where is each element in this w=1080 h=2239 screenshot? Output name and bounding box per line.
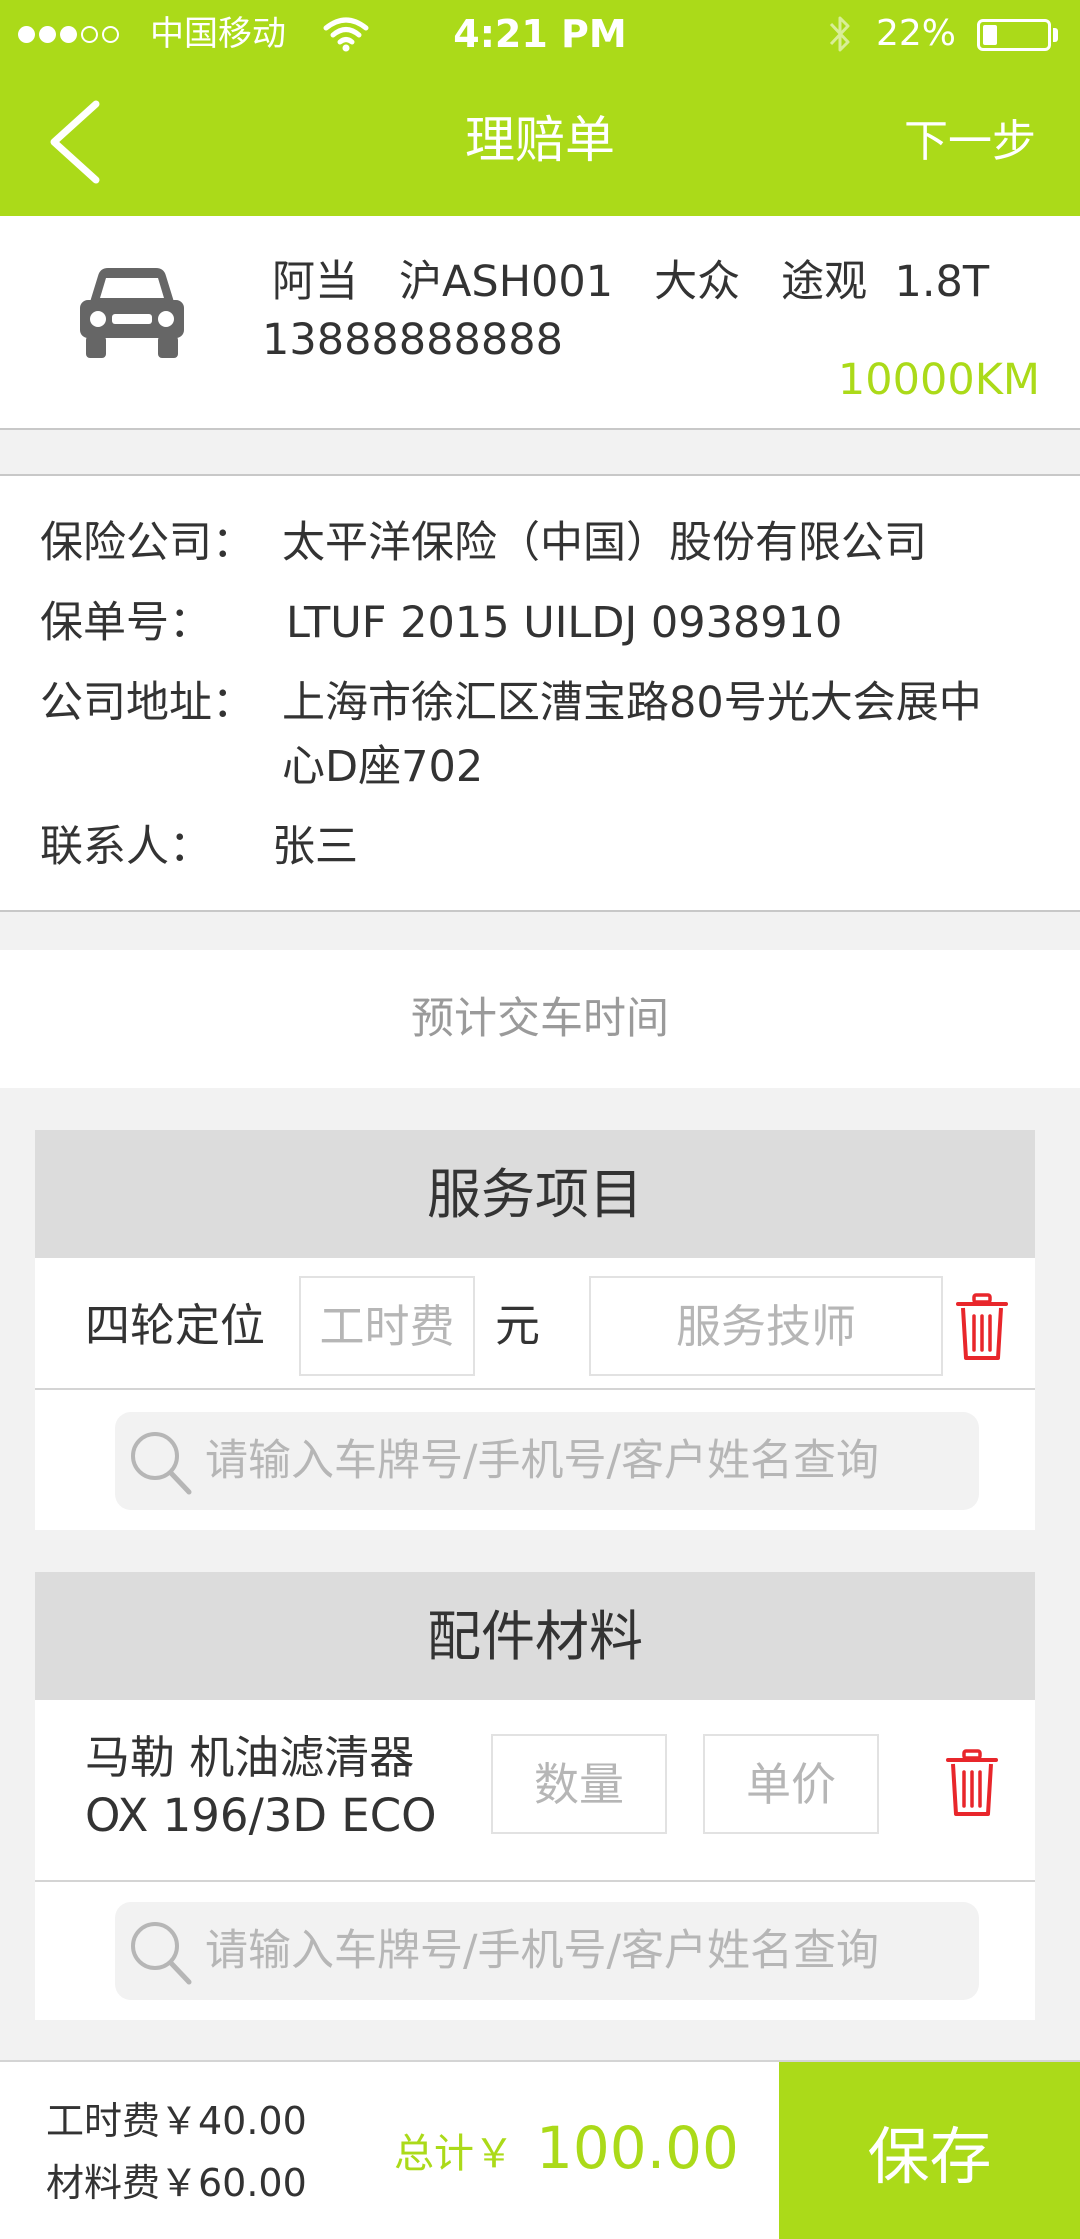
labor-fee-total: 工时费￥40.00 — [46, 2099, 307, 2143]
save-button[interactable]: 保存 — [779, 2062, 1080, 2239]
parts-card: 马勒 机油滤清器 OX 196/3D ECO — [35, 1700, 1035, 2020]
labor-fee-input[interactable] — [299, 1276, 475, 1376]
currency-unit: 元 — [495, 1299, 541, 1352]
technician-input[interactable] — [589, 1276, 943, 1376]
delivery-time-row[interactable]: 预计交车时间 — [0, 950, 1080, 1088]
parts-title: 配件材料 — [427, 1605, 643, 1668]
battery-percent: 22% — [876, 13, 957, 54]
insurance-company-label: 保险公司： — [40, 518, 255, 568]
bluetooth-icon — [829, 16, 850, 52]
total-label: 总计￥ — [394, 2131, 514, 2177]
delete-service-icon[interactable] — [955, 1292, 1009, 1362]
parts-header: 配件材料 — [35, 1572, 1035, 1700]
company-address-label: 公司地址： — [40, 678, 255, 728]
service-item-name: 四轮定位 — [85, 1299, 266, 1352]
vehicle-mileage: 10000KM — [837, 355, 1040, 405]
policy-number-value: LTUF 2015 UILDJ 0938910 — [286, 598, 843, 648]
part-item-model: OX 196/3D ECO — [85, 1789, 437, 1842]
vehicle-card: 阿当 沪ASH001 大众 途观 1.8T 13888888888 10000K… — [0, 216, 1080, 430]
services-title: 服务项目 — [427, 1163, 643, 1226]
insurance-company-value: 太平洋保险（中国）股份有限公司 — [282, 518, 927, 568]
search-icon — [131, 1432, 192, 1495]
service-search[interactable] — [115, 1412, 979, 1510]
contact-label: 联系人： — [40, 822, 212, 872]
delivery-time-label[interactable]: 预计交车时间 — [0, 990, 1080, 1048]
battery-tip — [1053, 28, 1058, 42]
material-fee-total: 材料费￥60.00 — [46, 2161, 307, 2205]
bottom-bar: 工时费￥40.00 材料费￥60.00 总计￥ 100.00 保存 — [0, 2060, 1080, 2239]
next-step-button[interactable]: 下一步 — [880, 114, 1060, 170]
row-divider — [35, 1880, 1035, 1882]
row-divider — [35, 1388, 1035, 1390]
customer-phone: 13888888888 — [262, 315, 563, 365]
services-card: 四轮定位 元 — [35, 1258, 1035, 1530]
delete-part-icon[interactable] — [945, 1748, 999, 1818]
service-search-input[interactable] — [205, 1422, 965, 1500]
battery-icon — [977, 19, 1051, 51]
part-item-name: 马勒 机油滤清器 — [85, 1731, 415, 1784]
quantity-input[interactable] — [491, 1734, 667, 1834]
nav-bar: 理赔单 下一步 — [0, 68, 1080, 216]
total-amount: 100.00 — [536, 2114, 739, 2182]
policy-number-label: 保单号： — [40, 598, 212, 648]
vehicle-info: 阿当 沪ASH001 大众 途观 1.8T — [272, 257, 990, 307]
battery-level — [983, 25, 997, 45]
services-header: 服务项目 — [35, 1130, 1035, 1258]
car-icon — [80, 268, 184, 358]
company-address-value: 上海市徐汇区漕宝路80号光大会展中心D座702 — [282, 678, 982, 792]
part-search[interactable] — [115, 1902, 979, 2000]
status-bar: 中国移动 4:21 PM 22% — [0, 0, 1080, 68]
contact-value: 张三 — [272, 822, 358, 872]
unit-price-input[interactable] — [703, 1734, 879, 1834]
part-search-input[interactable] — [205, 1912, 965, 1990]
search-icon — [131, 1922, 192, 1985]
insurance-info: 保险公司： 太平洋保险（中国）股份有限公司 保单号： LTUF 2015 UIL… — [0, 474, 1080, 912]
